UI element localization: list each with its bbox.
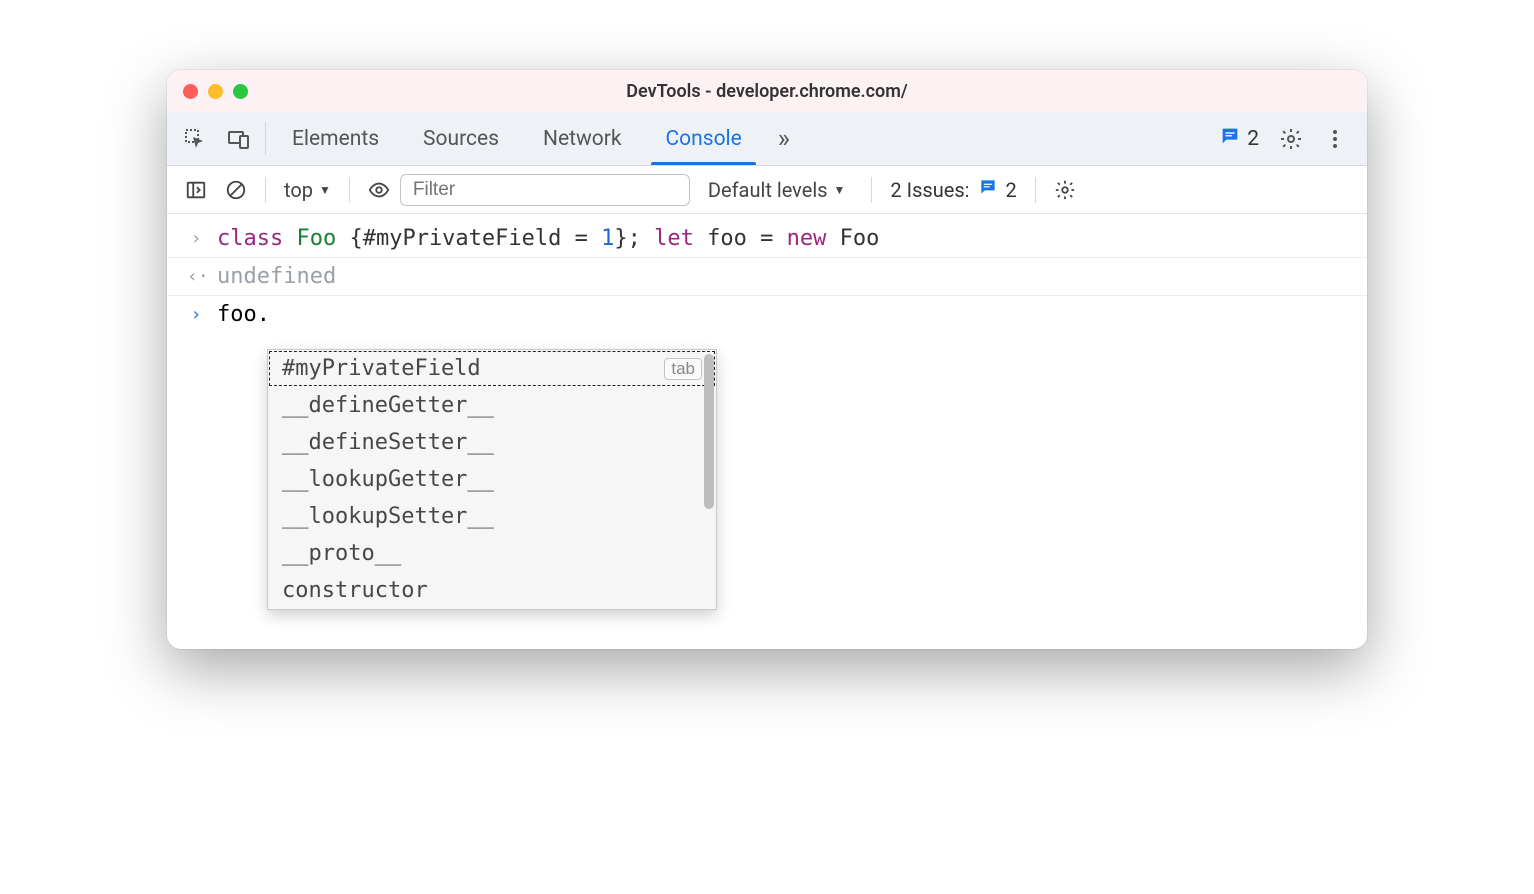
console-settings-icon[interactable] — [1046, 179, 1084, 201]
autocomplete-label: __defineGetter__ — [282, 393, 494, 418]
context-selector[interactable]: top ▼ — [276, 178, 339, 202]
console-prompt-line[interactable]: › foo. — [167, 296, 1367, 333]
log-levels-dropdown[interactable]: Default levels ▼ — [692, 178, 862, 202]
autocomplete-label: __lookupGetter__ — [282, 467, 494, 492]
issues-badge: 2 — [1006, 178, 1017, 202]
kebab-menu-icon[interactable] — [1313, 112, 1357, 165]
autocomplete-item[interactable]: constructor — [268, 572, 716, 609]
scrollbar-thumb[interactable] — [704, 354, 714, 509]
tab-network[interactable]: Network — [521, 112, 644, 165]
issues-indicator[interactable]: 2 — [1209, 112, 1269, 165]
line-content: foo. — [217, 302, 270, 327]
device-toggle-icon[interactable] — [217, 112, 261, 165]
levels-label: Default levels — [708, 178, 828, 202]
autocomplete-popup: #myPrivateField tab __defineGetter__ __defi… — [267, 349, 717, 610]
console-controls: top ▼ Default levels ▼ 2 Issues: 2 — [167, 166, 1367, 214]
autocomplete-label: __lookupSetter__ — [282, 504, 494, 529]
live-expression-icon[interactable] — [360, 179, 398, 201]
tab-elements[interactable]: Elements — [270, 112, 401, 165]
console-line: › class Foo {#myPrivateField = 1}; let fo… — [167, 220, 1367, 258]
tab-sources[interactable]: Sources — [401, 112, 521, 165]
tab-hint-badge: tab — [664, 358, 702, 380]
titlebar: DevTools - developer.chrome.com/ — [167, 70, 1367, 112]
chevron-down-icon: ▼ — [834, 183, 846, 197]
chevron-down-icon: ▼ — [319, 183, 331, 197]
autocomplete-item[interactable]: __proto__ — [268, 535, 716, 572]
chat-icon — [978, 177, 998, 202]
context-label: top — [284, 178, 313, 202]
line-gutter-icon: ‹· — [187, 264, 205, 287]
autocomplete-item[interactable]: __defineGetter__ — [268, 387, 716, 424]
settings-icon[interactable] — [1269, 112, 1313, 165]
autocomplete-label: #myPrivateField — [282, 356, 481, 381]
traffic-lights — [183, 84, 248, 99]
issues-label: 2 Issues: — [890, 178, 969, 202]
minimize-button[interactable] — [208, 84, 223, 99]
autocomplete-label: __proto__ — [282, 541, 401, 566]
main-toolbar: Elements Sources Network Console » 2 — [167, 112, 1367, 166]
autocomplete-item[interactable]: #myPrivateField tab — [268, 350, 716, 387]
autocomplete-item[interactable]: __lookupGetter__ — [268, 461, 716, 498]
sidebar-toggle-icon[interactable] — [177, 179, 215, 201]
maximize-button[interactable] — [233, 84, 248, 99]
line-content: class Foo {#myPrivateField = 1}; let foo… — [217, 226, 879, 251]
issues-summary[interactable]: 2 Issues: 2 — [882, 177, 1024, 202]
inspect-icon[interactable] — [173, 112, 217, 165]
devtools-window: DevTools - developer.chrome.com/ Element… — [167, 70, 1367, 649]
line-content: undefined — [217, 264, 336, 289]
console-output: › class Foo {#myPrivateField = 1}; let fo… — [167, 214, 1367, 649]
line-gutter-icon: › — [187, 302, 205, 325]
close-button[interactable] — [183, 84, 198, 99]
issues-count: 2 — [1247, 127, 1259, 151]
autocomplete-label: constructor — [282, 578, 428, 603]
console-line: ‹· undefined — [167, 258, 1367, 296]
autocomplete-label: __defineSetter__ — [282, 430, 494, 455]
filter-input[interactable] — [400, 174, 690, 206]
autocomplete-item[interactable]: __lookupSetter__ — [268, 498, 716, 535]
chat-icon — [1219, 125, 1241, 153]
clear-console-icon[interactable] — [217, 179, 255, 201]
tab-console[interactable]: Console — [643, 112, 763, 165]
line-gutter-icon: › — [187, 226, 205, 249]
window-title: DevTools - developer.chrome.com/ — [626, 81, 907, 102]
autocomplete-item[interactable]: __defineSetter__ — [268, 424, 716, 461]
more-tabs-button[interactable]: » — [764, 112, 804, 165]
